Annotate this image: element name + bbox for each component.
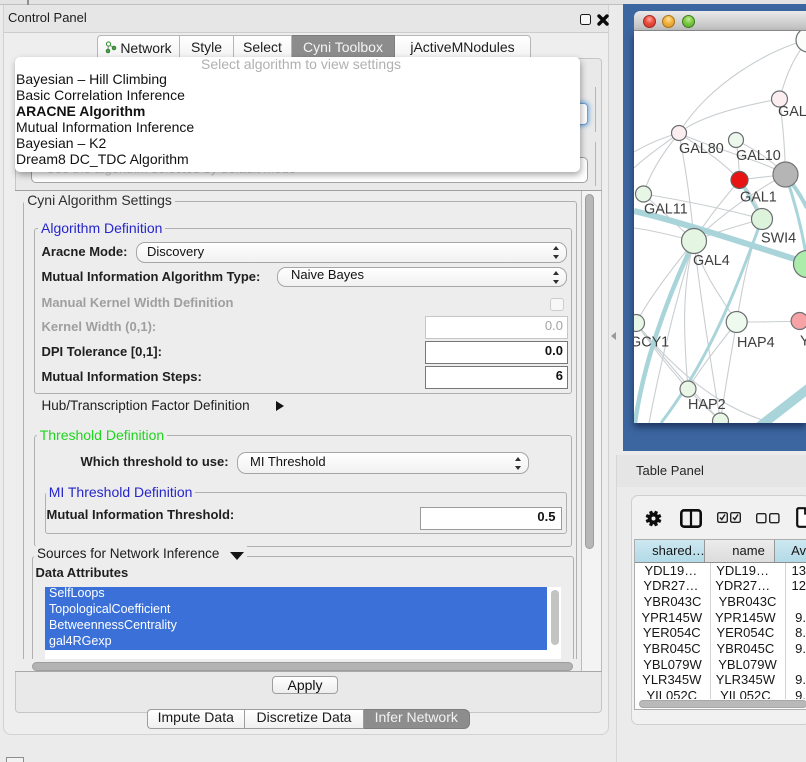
svg-text:GAL1: GAL1 — [740, 190, 777, 206]
svg-text:GAL11: GAL11 — [644, 202, 688, 218]
svg-text:HAP4: HAP4 — [737, 335, 775, 351]
svg-text:GCY1: GCY1 — [634, 335, 669, 351]
svg-text:GAL80: GAL80 — [679, 141, 724, 157]
svg-text:GAL8: GAL8 — [778, 104, 806, 120]
svg-text:GAL4: GAL4 — [693, 253, 730, 269]
svg-text:HAP2: HAP2 — [688, 397, 726, 413]
svg-text:YJ: YJ — [800, 334, 806, 350]
svg-text:GAL10: GAL10 — [736, 148, 781, 164]
svg-text:SWI4: SWI4 — [761, 231, 796, 247]
